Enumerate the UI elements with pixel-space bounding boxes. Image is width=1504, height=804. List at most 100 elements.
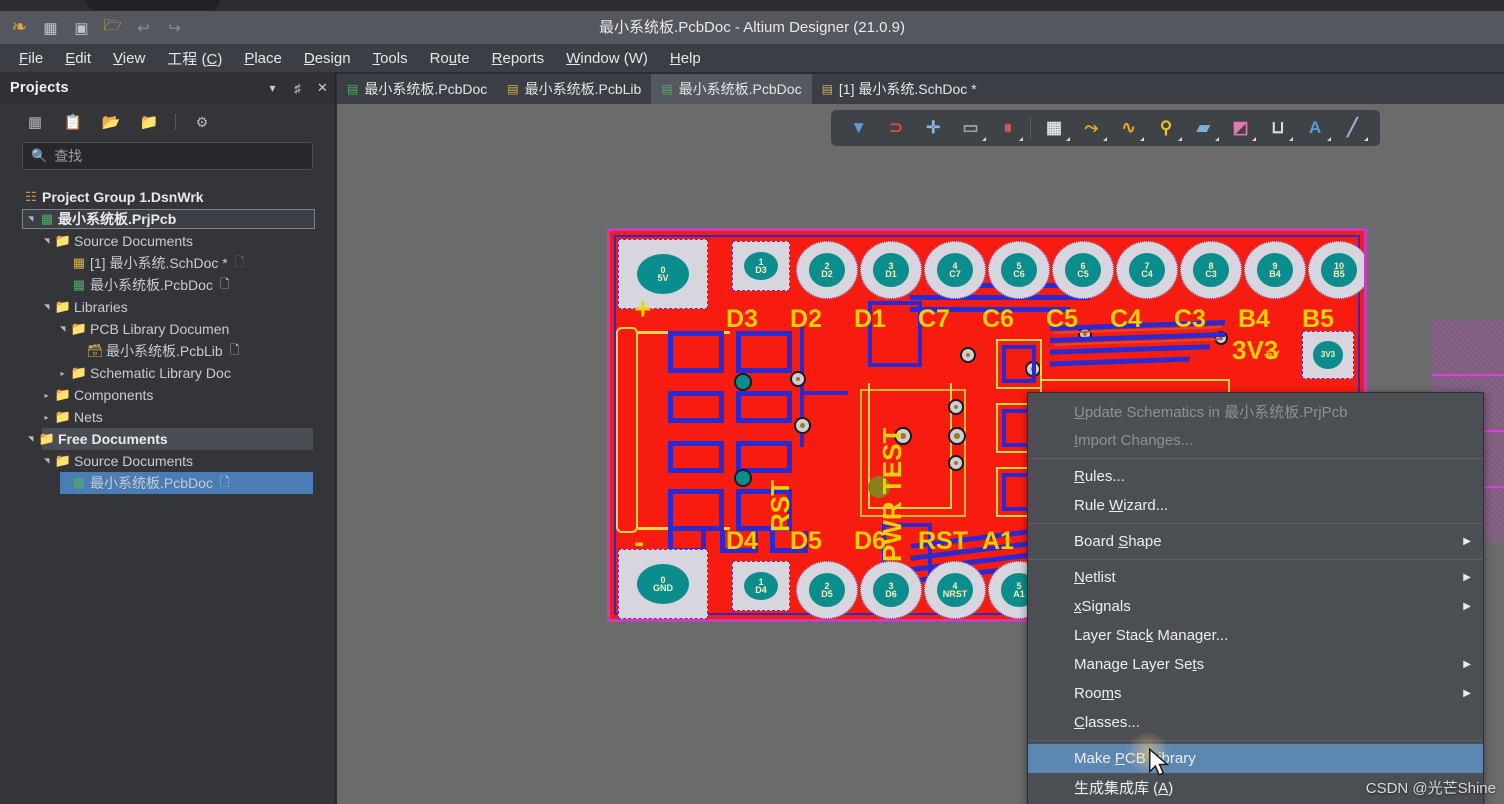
menu-item-edit[interactable]: Edit [54, 47, 102, 70]
dropdown-corner-icon[interactable] [1364, 137, 1369, 141]
tree-item[interactable]: ▸ 📁 Nets [0, 406, 335, 428]
tree-item[interactable]: ◢ ▦ 最小系统板.PrjPcb [0, 208, 335, 230]
chevron-right-icon[interactable]: ▸ [40, 413, 53, 422]
document-tab[interactable]: ▤ [1] 最小系统.SchDoc * [812, 74, 987, 104]
menu-item-route[interactable]: Route [419, 47, 481, 70]
place-pad-icon[interactable]: ⚲ [1148, 114, 1183, 142]
dropdown-corner-icon[interactable] [1019, 137, 1024, 141]
dropdown-corner-icon[interactable] [1177, 137, 1182, 141]
save-all-icon[interactable]: ▣ [66, 14, 97, 42]
pcb-pad[interactable]: 2 D2 [796, 241, 858, 299]
open-icon[interactable]: 🗁 [97, 14, 128, 42]
context-menu-item[interactable]: xSignals ▶ [1028, 592, 1483, 621]
panel-pin-button[interactable]: ♯ [291, 81, 304, 96]
chevron-down-icon[interactable]: ◢ [27, 213, 35, 226]
settings-gear-icon[interactable]: ⚙ [185, 109, 219, 135]
context-menu-item[interactable]: Netlist ▶ [1028, 563, 1483, 592]
place-line-icon[interactable]: ╱ [1335, 114, 1370, 142]
pcb-pad[interactable]: 1 D3 [732, 241, 790, 291]
tree-item[interactable]: ▸ 📁 Components [0, 384, 335, 406]
dropdown-corner-icon[interactable] [1252, 137, 1257, 141]
menu-item-design[interactable]: Design [293, 47, 362, 70]
tree-item[interactable]: ☷ Project Group 1.DsnWrk [0, 186, 335, 208]
pcb-pad[interactable]: 5 C6 [988, 241, 1050, 299]
chevron-down-icon[interactable]: ◢ [59, 323, 67, 336]
tree-item[interactable]: ◢ 📁 Libraries [0, 296, 335, 318]
place-component-icon[interactable]: ▦ [1036, 114, 1071, 142]
menu-item-place[interactable]: Place [233, 47, 293, 70]
tree-item[interactable]: ◢ 📁 Source Documents [0, 230, 335, 252]
menu-item-reports[interactable]: Reports [481, 47, 556, 70]
document-tab[interactable]: ▤ 最小系统板.PcbDoc [337, 74, 497, 104]
chevron-right-icon[interactable]: ▸ [56, 369, 69, 378]
document-tab[interactable]: ▤ 最小系统板.PcbDoc [651, 74, 812, 104]
compile-icon[interactable]: 📋 [56, 109, 90, 135]
pcb-pad[interactable]: 1 D4 [732, 561, 790, 611]
open-project-icon[interactable]: 📂 [94, 109, 128, 135]
tree-item[interactable]: ◢ 📁 Source Documents [0, 450, 335, 472]
place-route-icon[interactable]: ⤳ [1074, 114, 1109, 142]
pcb-pad[interactable]: 10 B5 [1308, 241, 1364, 299]
menu-item-c[interactable]: 工程 (C) [156, 45, 233, 72]
redo-icon[interactable]: ↪ [159, 14, 190, 42]
select-area-icon[interactable]: ▭ [953, 114, 988, 142]
save-project-icon[interactable]: ▦ [18, 109, 52, 135]
context-menu-item[interactable]: Rooms ▶ [1028, 679, 1483, 708]
pcb-pad[interactable]: 3 D1 [860, 241, 922, 299]
dropdown-corner-icon[interactable] [1140, 137, 1145, 141]
chevron-down-icon[interactable]: ◢ [27, 433, 35, 446]
context-menu-item[interactable]: Manage Layer Sets ▶ [1028, 650, 1483, 679]
search-box[interactable]: 🔍 [22, 142, 313, 170]
pcb-pad[interactable]: 4 C7 [924, 241, 986, 299]
chevron-down-icon[interactable]: ◢ [43, 455, 51, 468]
dropdown-corner-icon[interactable] [1214, 137, 1219, 141]
dimension-icon[interactable]: ⊔ [1260, 114, 1295, 142]
pcb-pad[interactable]: 9 B4 [1244, 241, 1306, 299]
pcb-pad[interactable]: 3 D6 [860, 561, 922, 619]
pcb-pad[interactable]: 0 5V [618, 239, 708, 309]
chevron-right-icon[interactable]: ▸ [40, 391, 53, 400]
crosshair-icon[interactable]: ✛ [916, 114, 951, 142]
document-tab[interactable]: ▤ 最小系统板.PcbLib [497, 74, 651, 104]
dropdown-corner-icon[interactable] [1103, 137, 1107, 141]
pcb-pad[interactable]: 8 C3 [1180, 241, 1242, 299]
dropdown-corner-icon[interactable] [1065, 137, 1070, 141]
layers-icon[interactable]: ⏸ [990, 114, 1025, 142]
tree-item[interactable]: ◢ 📁 Free Documents [0, 428, 335, 450]
project-options-icon[interactable]: 📁 [132, 109, 166, 135]
search-input[interactable] [54, 148, 304, 164]
pcb-pad[interactable]: 7 C4 [1116, 241, 1178, 299]
context-menu-item[interactable]: Classes... [1028, 708, 1483, 737]
place-text-icon[interactable]: A [1297, 114, 1332, 142]
undo-icon[interactable]: ↩ [128, 14, 159, 42]
menu-item-tools[interactable]: Tools [362, 47, 419, 70]
pcb-pad[interactable]: 3V3 [1302, 331, 1354, 379]
tree-item[interactable]: ▦ 最小系统板.PcbDoc 🗋 [0, 274, 335, 296]
context-menu-item[interactable]: Rules... [1028, 462, 1483, 491]
context-menu-item[interactable]: Rule Wizard... [1028, 491, 1483, 520]
pcb-pad[interactable]: 4 NRST [924, 561, 986, 619]
menu-item-help[interactable]: Help [659, 47, 712, 70]
dropdown-corner-icon[interactable] [1289, 137, 1294, 141]
menu-item-view[interactable]: View [102, 47, 156, 70]
chevron-down-icon[interactable]: ◢ [43, 301, 51, 314]
pcb-pad[interactable]: 2 D5 [796, 561, 858, 619]
save-icon[interactable]: ▦ [35, 14, 66, 42]
tree-item[interactable]: ▦ 最小系统板.PcbDoc 🗋 [0, 472, 335, 494]
context-menu-item[interactable]: Board Shape ▶ [1028, 527, 1483, 556]
panel-dropdown-button[interactable]: ▾ [266, 81, 279, 95]
place-fill-icon[interactable]: ▰ [1186, 114, 1221, 142]
context-menu-item[interactable]: Layer Stack Manager... [1028, 621, 1483, 650]
panel-close-button[interactable]: ✕ [316, 80, 329, 96]
altium-logo-icon[interactable]: ❧ [4, 14, 35, 42]
tree-item[interactable]: ◢ 📁 PCB Library Documen [0, 318, 335, 340]
tree-item[interactable]: 🗃 最小系统板.PcbLib 🗋 [0, 340, 335, 362]
pcb-pad[interactable]: 6 C5 [1052, 241, 1114, 299]
dropdown-corner-icon[interactable] [982, 137, 987, 141]
menu-item-file[interactable]: File [8, 47, 54, 70]
magnet-snap-icon[interactable]: ⊃ [878, 114, 913, 142]
chevron-down-icon[interactable]: ◢ [43, 235, 51, 248]
place-arc-icon[interactable]: ∿ [1111, 114, 1146, 142]
menu-item-window-w[interactable]: Window (W) [555, 47, 659, 70]
context-menu-item[interactable]: Make PCB Library [1028, 744, 1483, 773]
